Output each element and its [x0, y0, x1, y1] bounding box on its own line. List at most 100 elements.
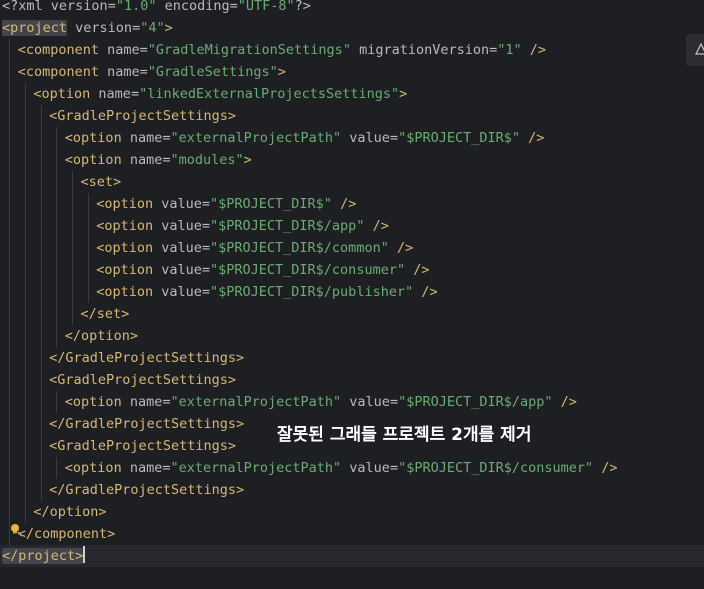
code-token: "1" — [497, 42, 522, 58]
code-token: = — [130, 86, 140, 102]
code-token: <GradleProjectSettings> — [49, 438, 237, 454]
code-token: ?> — [294, 0, 311, 14]
code-line[interactable]: <project version="4"> — [0, 17, 704, 39]
code-line[interactable]: <option value="$PROJECT_DIR$/consumer" /… — [0, 259, 704, 281]
code-text: </option> — [65, 325, 138, 347]
code-line[interactable]: </GradleProjectSettings> — [0, 347, 704, 369]
code-token: </option> — [64, 328, 138, 344]
code-token: <option — [64, 394, 122, 410]
code-token: name — [98, 64, 140, 80]
code-text: <option name="modules"> — [65, 149, 252, 171]
code-token: /> — [552, 394, 577, 410]
code-token: </GradleProjectSettings> — [49, 482, 245, 498]
code-text: </GradleProjectSettings> — [49, 479, 244, 501]
code-token: > — [164, 20, 173, 36]
code-line[interactable]: <option value="$PROJECT_DIR$/publisher" … — [0, 281, 704, 303]
code-token: = — [201, 262, 211, 278]
code-token: </GradleProjectSettings> — [49, 350, 245, 366]
code-token: migrationVersion — [350, 42, 490, 58]
code-text: <option value="$PROJECT_DIR$/app" /> — [96, 215, 389, 237]
code-text: <project version="4"> — [2, 17, 173, 39]
code-text: <option name = "externalProjectPath" value… — [65, 127, 545, 149]
code-token: value — [153, 218, 202, 234]
code-text: </GradleProjectSettings> — [49, 413, 244, 435]
code-line[interactable]: </component> — [0, 523, 704, 545]
lightbulb-icon[interactable] — [9, 523, 23, 537]
text-caret — [83, 546, 86, 563]
xml-code-editor[interactable]: <?xml version="1.0" encoding="UTF-8"?> <p… — [0, 0, 704, 589]
code-text: <set> — [81, 171, 122, 193]
code-token: "modules" — [170, 152, 244, 168]
code-token: /> — [364, 218, 389, 234]
code-token: = — [201, 240, 211, 256]
code-line[interactable]: <GradleProjectSettings> — [0, 369, 704, 391]
code-line[interactable]: <?xml version="1.0" encoding="UTF-8"?> — [0, 0, 704, 17]
code-text: </component> — [18, 523, 116, 545]
code-token: = — [201, 284, 211, 300]
code-token: value — [153, 262, 202, 278]
code-line[interactable]: </set> — [0, 303, 704, 325]
code-text: <option name = "externalProjectPath" value… — [65, 391, 577, 413]
code-token: = — [139, 64, 148, 80]
code-token: <option — [64, 460, 122, 476]
code-token: = — [107, 0, 116, 14]
code-token: "$PROJECT_DIR$/common" — [210, 240, 389, 256]
code-token: "GradleMigrationSettings" — [147, 42, 351, 58]
code-token: xml — [18, 0, 51, 14]
code-line[interactable]: <option name = "externalProjectPath" value… — [0, 127, 704, 149]
code-token: </GradleProjectSettings> — [49, 416, 245, 432]
code-line[interactable]: <option name = "externalProjectPath" value… — [0, 457, 704, 479]
code-token: value — [341, 130, 390, 146]
code-token: <? — [2, 0, 19, 14]
code-token: "externalProjectPath" — [170, 460, 342, 476]
code-text: <GradleProjectSettings> — [49, 105, 236, 127]
code-line[interactable]: <set> — [0, 171, 704, 193]
code-line[interactable]: <option value="$PROJECT_DIR$/common" /> — [0, 237, 704, 259]
code-text: </GradleProjectSettings> — [49, 347, 244, 369]
code-token: value — [153, 240, 202, 256]
code-token: /> — [521, 42, 547, 58]
code-text: </set> — [81, 303, 130, 325]
code-token: <option — [96, 284, 154, 300]
code-line[interactable]: </option> — [0, 325, 704, 347]
code-text: </option> — [33, 501, 106, 523]
code-token: </component> — [17, 526, 116, 542]
code-line[interactable]: <option value="$PROJECT_DIR$/app" /> — [0, 215, 704, 237]
code-text: <option name="linkedExternalProjectsSett… — [33, 83, 407, 105]
code-token: name — [121, 394, 163, 410]
code-token: <GradleProjectSettings> — [49, 372, 237, 388]
code-token: value — [153, 196, 202, 212]
code-token: <option — [96, 262, 154, 278]
code-token: > — [243, 152, 252, 168]
code-line[interactable]: <component name="GradleMigrationSettings… — [0, 39, 704, 61]
code-token: "1.0" — [115, 0, 157, 14]
code-token: "UTF-8" — [237, 0, 295, 14]
code-line[interactable]: <option value="$PROJECT_DIR$" /> — [0, 193, 704, 215]
code-token: /> — [520, 130, 545, 146]
code-line[interactable]: </project> — [0, 545, 704, 567]
code-line[interactable]: <option name = "externalProjectPath" value… — [0, 391, 704, 413]
code-line[interactable]: </option> — [0, 501, 704, 523]
code-line[interactable]: <option name="linkedExternalProjectsSett… — [0, 83, 704, 105]
code-token: <GradleProjectSettings> — [49, 108, 237, 124]
code-token: "$PROJECT_DIR$/app" — [398, 394, 553, 410]
code-token: /> — [593, 460, 618, 476]
code-token: = — [389, 130, 399, 146]
code-token: <option — [96, 240, 154, 256]
code-token: "$PROJECT_DIR$/consumer" — [210, 262, 406, 278]
ai-assistant-icon — [695, 43, 704, 55]
code-token: <option — [64, 130, 122, 146]
code-line[interactable]: <GradleProjectSettings> — [0, 105, 704, 127]
code-text: <option value="$PROJECT_DIR$/publisher" … — [96, 281, 437, 303]
code-token: "$PROJECT_DIR$/consumer" — [398, 460, 594, 476]
ai-assistant-tab[interactable] — [686, 34, 704, 66]
code-token: <project — [2, 20, 68, 36]
code-token: "linkedExternalProjectsSettings" — [139, 86, 400, 102]
code-token: > — [399, 86, 408, 102]
code-token: <option — [33, 86, 91, 102]
code-line[interactable]: <component name="GradleSettings"> — [0, 61, 704, 83]
code-token: version — [50, 0, 108, 14]
code-line[interactable]: </GradleProjectSettings> — [0, 479, 704, 501]
code-line[interactable]: <option name="modules"> — [0, 149, 704, 171]
code-token: name — [90, 86, 131, 102]
